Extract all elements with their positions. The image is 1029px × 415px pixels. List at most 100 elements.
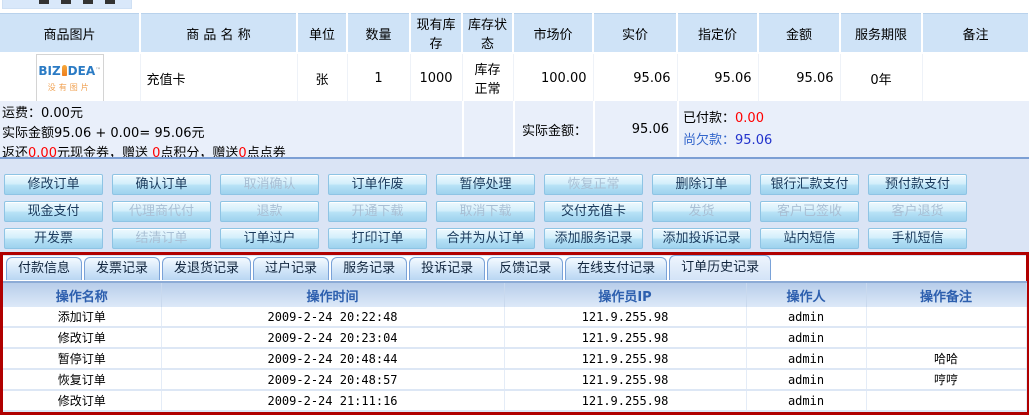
operator-ip: 121.9.255.98 [504, 348, 746, 369]
product-stock-status: 库存正常 [462, 53, 513, 103]
refund-button: 退款 [220, 201, 319, 222]
history-row: 恢复订单 2009-2-24 20:48:57 121.9.255.98 adm… [3, 369, 1026, 390]
operation-name: 恢复订单 [3, 369, 161, 390]
col-header-operation-name: 操作名称 [3, 282, 161, 307]
tab-shipment-return-records[interactable]: 发退货记录 [162, 257, 251, 280]
col-header-operation-remark: 操作备注 [866, 282, 1026, 307]
add-service-record-button[interactable]: 添加服务记录 [544, 228, 643, 249]
product-image-cell: BIZDEA™ 没有图片 [0, 53, 140, 103]
sms-button[interactable]: 手机短信 [868, 228, 967, 249]
cancel-download-button: 取消下载 [436, 201, 535, 222]
cancel-confirm-button: 取消确认 [220, 174, 319, 195]
operator: admin [746, 390, 866, 411]
operator: admin [746, 307, 866, 327]
cash-pay-button[interactable]: 现金支付 [4, 201, 103, 222]
order-detail-page: 商品图片 商 品 名 称 单位 数量 现有库存 库存状态 市场价 实价 指定价 … [0, 0, 1029, 415]
owed-value: 95.06 [735, 133, 772, 148]
history-header-row: 操作名称 操作时间 操作员IP 操作人 操作备注 [3, 282, 1026, 307]
logo-person-icon [62, 65, 67, 76]
operator-ip: 121.9.255.98 [504, 307, 746, 327]
site-message-button[interactable]: 站内短信 [760, 228, 859, 249]
payment-status-block: 已付款：0.00 尚欠款：95.06 [683, 108, 772, 152]
confirm-order-button[interactable]: 确认订单 [112, 174, 211, 195]
merge-as-sub-order-button[interactable]: 合并为从订单 [436, 228, 535, 249]
summary-separator [677, 101, 679, 157]
col-header-service-period: 服务期限 [840, 14, 922, 54]
customer-return-button: 客户退货 [868, 201, 967, 222]
bank-transfer-pay-button[interactable]: 银行汇款支付 [760, 174, 859, 195]
bizidea-logo: BIZDEA™ [38, 64, 101, 78]
owed-line: 尚欠款：95.06 [683, 130, 772, 152]
operation-name: 修改订单 [3, 327, 161, 348]
tab-feedback-records[interactable]: 反馈记录 [487, 257, 563, 280]
tab-transfer-records[interactable]: 过户记录 [253, 257, 329, 280]
history-row: 暂停订单 2009-2-24 20:48:44 121.9.255.98 adm… [3, 348, 1026, 369]
product-amount: 95.06 [758, 53, 840, 103]
col-header-stock-status: 库存状态 [462, 14, 513, 54]
col-header-operation-time: 操作时间 [161, 282, 504, 307]
paid-value: 0.00 [735, 111, 764, 126]
operation-name: 添加订单 [3, 307, 161, 327]
print-order-button[interactable]: 打印订单 [328, 228, 427, 249]
tab-complaint-records[interactable]: 投诉记录 [409, 257, 485, 280]
delete-order-button[interactable]: 删除订单 [652, 174, 751, 195]
col-header-stock: 现有库存 [410, 14, 462, 54]
operator: admin [746, 348, 866, 369]
actual-amount-label: 实际金额： [515, 101, 587, 157]
void-order-button[interactable]: 订单作废 [328, 174, 427, 195]
order-summary-section: 运费：0.00元 实际金额95.06 + 0.00= 95.06元 返还0.00… [0, 101, 1029, 157]
tab-order-history-records[interactable]: 订单历史记录 [669, 255, 771, 280]
operation-time: 2009-2-24 20:48:44 [161, 348, 504, 369]
operation-time: 2009-2-24 20:23:04 [161, 327, 504, 348]
product-name: 充值卡 [140, 53, 297, 103]
shipping-fee-line: 运费：0.00元 [2, 104, 286, 124]
col-header-product-name: 商 品 名 称 [140, 14, 297, 54]
col-header-quantity: 数量 [347, 14, 410, 54]
enable-download-button: 开通下载 [328, 201, 427, 222]
operation-remark [866, 390, 1026, 411]
operation-time: 2009-2-24 20:22:48 [161, 307, 504, 327]
history-row: 添加订单 2009-2-24 20:22:48 121.9.255.98 adm… [3, 307, 1026, 327]
operation-name: 暂停订单 [3, 348, 161, 369]
summary-separator [462, 101, 464, 157]
operator-ip: 121.9.255.98 [504, 327, 746, 348]
col-header-operator-ip: 操作员IP [504, 282, 746, 307]
cropped-text-fragment [61, 0, 71, 4]
tab-invoice-records[interactable]: 发票记录 [84, 257, 160, 280]
actual-amount-value: 95.06 [597, 101, 669, 157]
col-header-unit: 单位 [297, 14, 347, 54]
order-actions-toolbar: 修改订单 确认订单 取消确认 订单作废 暂停处理 恢复正常 删除订单 银行汇款支… [0, 159, 1029, 252]
issue-invoice-button[interactable]: 开发票 [4, 228, 103, 249]
product-table-header-row: 商品图片 商 品 名 称 单位 数量 现有库存 库存状态 市场价 实价 指定价 … [0, 14, 1029, 54]
summary-separator [593, 101, 595, 157]
top-strip [0, 0, 1029, 13]
tab-online-payment-records[interactable]: 在线支付记录 [565, 257, 667, 280]
product-quantity: 1 [347, 53, 410, 103]
product-stock: 1000 [410, 53, 462, 103]
no-image-text: 没有图片 [48, 82, 92, 93]
operation-remark [866, 327, 1026, 348]
cropped-text-fragment [105, 0, 115, 4]
operator-ip: 121.9.255.98 [504, 390, 746, 411]
paid-line: 已付款：0.00 [683, 108, 772, 130]
suspend-order-button[interactable]: 暂停处理 [436, 174, 535, 195]
col-header-product-image: 商品图片 [0, 14, 140, 54]
modify-order-button[interactable]: 修改订单 [4, 174, 103, 195]
transfer-order-button[interactable]: 订单过户 [220, 228, 319, 249]
product-real-price: 95.06 [593, 53, 677, 103]
operation-time: 2009-2-24 21:11:16 [161, 390, 504, 411]
tab-payment-info[interactable]: 付款信息 [6, 257, 82, 280]
add-complaint-record-button[interactable]: 添加投诉记录 [652, 228, 751, 249]
settle-order-button: 结清订单 [112, 228, 211, 249]
deliver-recharge-card-button[interactable]: 交付充值卡 [544, 201, 643, 222]
cropped-title-tab [2, 0, 132, 9]
resume-order-button: 恢复正常 [544, 174, 643, 195]
product-row: BIZDEA™ 没有图片 充值卡 张 1 1000 库存正常 100.00 95… [0, 53, 1029, 103]
tab-service-records[interactable]: 服务记录 [331, 257, 407, 280]
col-header-assigned-price: 指定价 [677, 14, 758, 54]
agent-pay-button: 代理商代付 [112, 201, 211, 222]
history-row: 修改订单 2009-2-24 20:23:04 121.9.255.98 adm… [3, 327, 1026, 348]
operation-remark [866, 307, 1026, 327]
prepaid-pay-button[interactable]: 预付款支付 [868, 174, 967, 195]
cropped-text-fragment [83, 0, 93, 4]
